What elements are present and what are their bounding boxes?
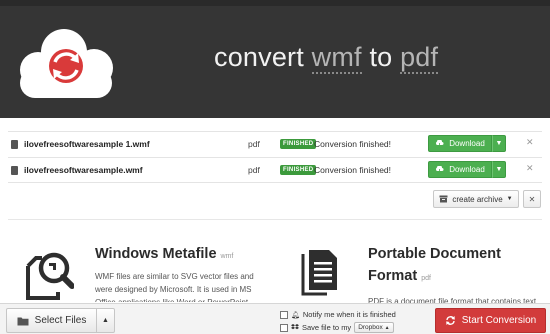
cloud-download-icon — [436, 140, 444, 147]
bottom-toolbar: Select Files ▲ 🔔︎ Notify me when it is f… — [0, 303, 550, 334]
status-text: Conversion finished! — [314, 139, 392, 149]
bell-icon: 🔔︎ — [291, 311, 300, 319]
title-prefix: convert — [214, 42, 304, 72]
start-conversion-label: Start Conversion — [461, 315, 537, 326]
title-middle: to — [369, 42, 393, 72]
close-icon[interactable]: ✕ — [526, 163, 534, 174]
target-format-ext: pdf — [421, 275, 431, 282]
archive-close-button[interactable]: ✕ — [523, 190, 541, 208]
status-text: Conversion finished! — [314, 165, 392, 175]
file-name: ilovefreesoftwaresample 1.wmf — [24, 139, 150, 149]
document-icon — [301, 250, 337, 296]
save-option: Save file to my Dropbox ▲ — [280, 322, 394, 333]
file-row: ilovefreesoftwaresample 1.wmf pdf FINISH… — [8, 131, 542, 157]
download-dropdown-button[interactable]: ▼ — [492, 135, 506, 152]
status-badge: FINISHED — [280, 165, 317, 175]
file-icon — [11, 166, 18, 175]
target-format-title-line2: Format pdf — [368, 268, 431, 284]
create-archive-label: create archive — [452, 194, 503, 204]
save-checkbox[interactable] — [280, 323, 288, 332]
file-target-format[interactable]: pdf — [248, 165, 260, 175]
search-document-icon — [26, 252, 74, 300]
target-format-name: Format — [368, 268, 418, 284]
dropbox-icon — [291, 324, 299, 330]
select-files-button[interactable]: Select Files — [6, 308, 97, 333]
page-title: convert wmf to pdf — [214, 42, 439, 74]
file-list: ilovefreesoftwaresample 1.wmf pdf FINISH… — [8, 131, 542, 183]
save-label: Save file to my — [302, 323, 352, 332]
file-row: ilovefreesoftwaresample.wmf pdf FINISHED… — [8, 157, 542, 183]
chevron-down-icon: ▼ — [495, 166, 503, 173]
download-button[interactable]: Download — [428, 135, 492, 152]
dropbox-label: Dropbox — [358, 324, 383, 331]
target-format-selector[interactable]: pdf — [400, 42, 439, 74]
notify-checkbox[interactable] — [280, 310, 288, 319]
cloud-convert-icon — [20, 29, 113, 98]
header: convert wmf to pdf — [0, 0, 550, 118]
source-format-name: Windows Metafile — [95, 246, 217, 262]
notify-label: Notify me when it is finished — [302, 310, 396, 319]
source-format-selector[interactable]: wmf — [311, 42, 362, 74]
select-files-dropdown[interactable]: ▲ — [96, 308, 115, 333]
source-format-title: Windows Metafile wmf — [95, 246, 233, 262]
header-topbar — [0, 0, 550, 6]
select-files-label: Select Files — [34, 315, 87, 326]
file-icon — [11, 140, 18, 149]
file-name: ilovefreesoftwaresample.wmf — [24, 165, 143, 175]
cloud-download-icon — [436, 166, 444, 173]
chevron-down-icon: ▼ — [495, 140, 503, 147]
status-badge: FINISHED — [280, 139, 317, 149]
file-target-format[interactable]: pdf — [248, 139, 260, 149]
chevron-up-icon: ▲ — [102, 317, 109, 324]
start-conversion-button[interactable]: Start Conversion — [435, 308, 546, 333]
download-dropdown-button[interactable]: ▼ — [492, 161, 506, 178]
download-label: Download — [449, 139, 485, 148]
chevron-down-icon: ▲ — [384, 325, 390, 331]
source-format-description: WMF files are similar to SVG vector file… — [95, 272, 254, 302]
create-archive-button[interactable]: create archive ▼ — [433, 190, 519, 208]
chevron-down-icon: ▼ — [506, 196, 513, 202]
divider — [8, 219, 542, 220]
close-icon[interactable]: ✕ — [526, 137, 534, 148]
download-label: Download — [449, 165, 485, 174]
close-icon: ✕ — [528, 194, 536, 204]
target-format-description: PDF is a document file format that conta… — [368, 297, 539, 303]
archive-icon — [439, 195, 448, 203]
source-format-ext: wmf — [220, 253, 234, 260]
notify-option: 🔔︎ Notify me when it is finished — [280, 310, 396, 319]
dropbox-selector[interactable]: Dropbox ▲ — [354, 322, 394, 333]
target-format-title: Portable Document — [368, 246, 501, 262]
refresh-icon — [445, 316, 455, 325]
folder-icon — [17, 317, 29, 325]
download-button[interactable]: Download — [428, 161, 492, 178]
